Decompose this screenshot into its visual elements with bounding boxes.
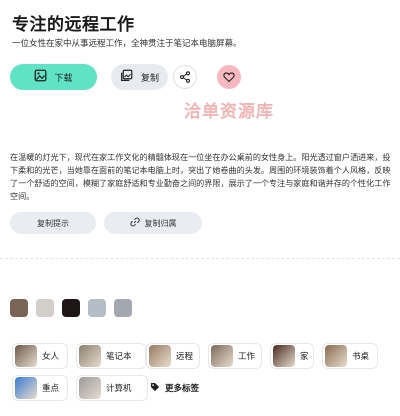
link-icon	[129, 217, 140, 229]
tag-label: 家	[300, 352, 309, 362]
tag-label: 更多标签	[165, 384, 200, 394]
tag-label: 女人	[42, 352, 60, 362]
tag-icon	[150, 382, 160, 395]
tag-thumbnail	[325, 345, 347, 367]
tag-thumbnail	[149, 345, 171, 367]
heart-icon	[223, 68, 235, 87]
tag-label: 工作	[238, 352, 256, 362]
tag-thumbnail	[15, 345, 37, 367]
color-swatch[interactable]	[36, 299, 54, 317]
tag-item[interactable]: 书桌	[322, 343, 378, 369]
copy-button[interactable]: 复制	[111, 64, 168, 90]
copy-prompt-button[interactable]: 复制提示	[10, 212, 96, 234]
share-icon	[179, 68, 191, 87]
download-button[interactable]: 下载	[10, 64, 97, 90]
tag-thumbnail	[79, 377, 101, 399]
tag-thumbnail	[15, 377, 37, 399]
tag-label: 书桌	[352, 352, 370, 362]
tag-item[interactable]: 家	[270, 343, 314, 369]
color-swatch[interactable]	[62, 299, 80, 317]
tag-thumbnail	[211, 345, 233, 367]
image-download-icon	[34, 69, 47, 85]
like-button[interactable]	[217, 65, 241, 89]
tag-item[interactable]: 远程	[146, 343, 200, 369]
color-swatch[interactable]	[114, 299, 132, 317]
copy-image-icon	[120, 69, 133, 85]
tag-label: 重点	[42, 384, 60, 394]
color-swatch[interactable]	[10, 299, 28, 317]
watermark: 洽单资源库	[184, 102, 274, 122]
tag-label: 计算机	[106, 384, 132, 394]
copy-attribution-label: 复制归属	[144, 218, 177, 228]
copy-label: 复制	[140, 73, 159, 84]
tag-label: 远程	[176, 352, 194, 362]
tag-item[interactable]: 重点	[12, 375, 68, 401]
tag-item[interactable]: 女人	[12, 343, 68, 369]
copy-attribution-button[interactable]: 复制归属	[104, 212, 202, 234]
tag-item[interactable]: 笔记本	[76, 343, 146, 369]
page-title: 专注的远程工作	[12, 15, 135, 35]
copy-prompt-label: 复制提示	[37, 218, 69, 228]
tag-thumbnail	[273, 345, 295, 367]
tag-label: 笔记本	[106, 352, 132, 362]
tag-item[interactable]: 计算机	[76, 375, 148, 401]
download-label: 下载	[54, 73, 73, 84]
tag-item[interactable]: 工作	[208, 343, 262, 369]
tag-thumbnail	[79, 345, 101, 367]
section-divider	[0, 258, 400, 259]
image-description: 在温暖的灯光下，现代在家工作文化的精髓体现在一位坐在办公桌前的女性身上。阳光透过…	[10, 152, 391, 201]
copy-pill-row: 复制提示 复制归属	[10, 212, 202, 234]
color-swatch[interactable]	[88, 299, 106, 317]
more-tags-button[interactable]: 更多标签	[148, 375, 218, 401]
share-button[interactable]	[173, 65, 197, 89]
page-subtitle: 一位女性在家中从事远程工作，全神贯注于笔记本电脑屏幕。	[12, 39, 242, 49]
color-palette	[10, 299, 132, 317]
action-bar: 下载 复制	[10, 64, 241, 90]
